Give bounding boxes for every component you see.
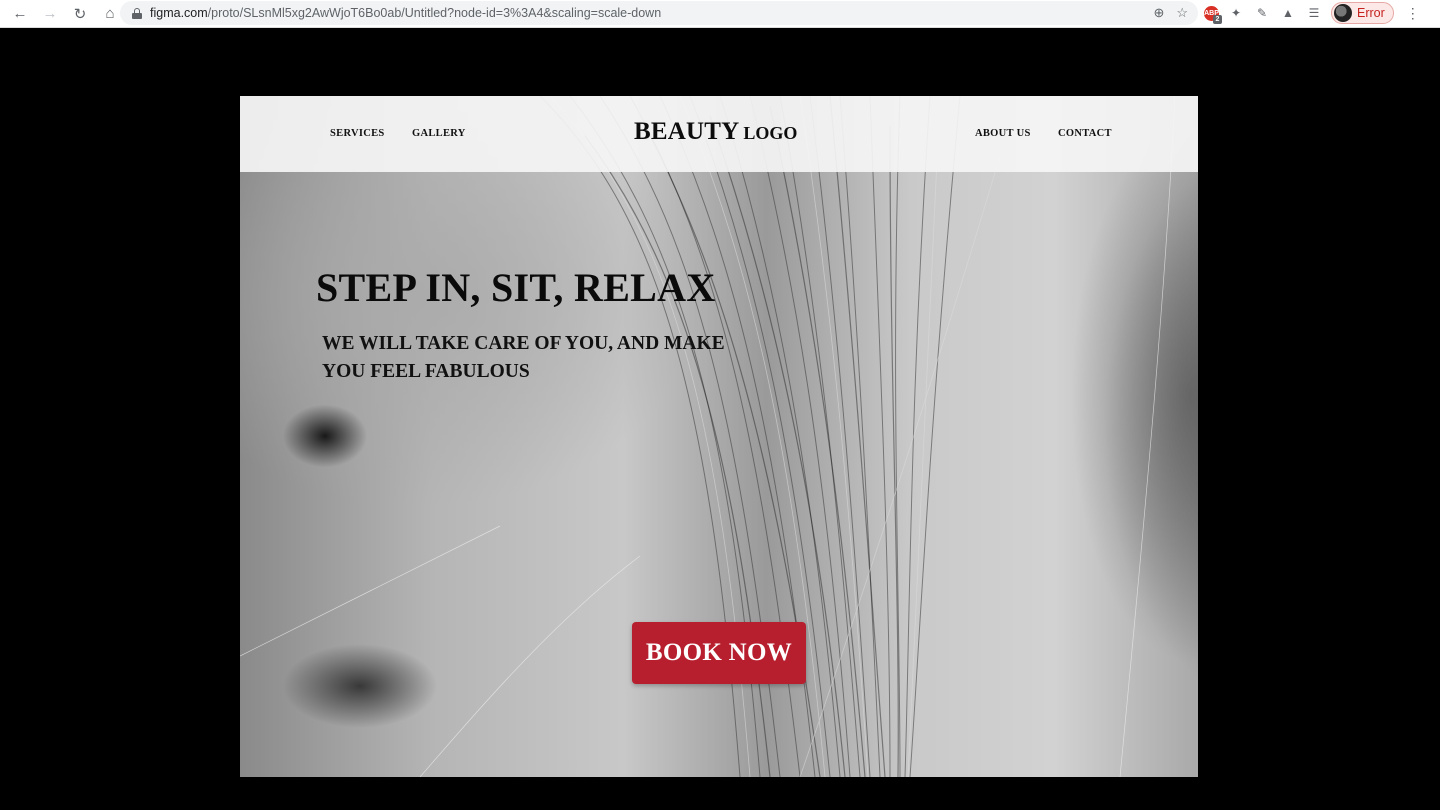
lock-icon bbox=[132, 7, 142, 19]
bird-extension-icon[interactable]: ✦ bbox=[1227, 4, 1245, 22]
back-arrow-icon[interactable]: ← bbox=[6, 2, 34, 26]
url-host: figma.com bbox=[150, 6, 208, 20]
zoom-icon[interactable]: ⊕ bbox=[1153, 5, 1164, 21]
prototype-frame: SERVICES GALLERY BEAUTY LOGO ABOUT US CON… bbox=[240, 96, 1198, 777]
profile-button[interactable]: Error bbox=[1331, 2, 1394, 24]
nav-gallery[interactable]: GALLERY bbox=[412, 128, 466, 139]
hero-subline: WE WILL TAKE CARE OF YOU, AND MAKE YOU F… bbox=[322, 333, 725, 382]
site-header: SERVICES GALLERY BEAUTY LOGO ABOUT US CON… bbox=[240, 96, 1198, 172]
url-path: /proto/SLsnMl5xg2AwWjoT6Bo0ab/Untitled?n… bbox=[207, 6, 662, 20]
puzzle-icon[interactable]: ▲ bbox=[1279, 4, 1297, 22]
menu-icon[interactable]: ⋮ bbox=[1406, 5, 1420, 22]
site-logo[interactable]: BEAUTY LOGO bbox=[634, 118, 797, 146]
adblock-badge: 2 bbox=[1213, 14, 1222, 24]
browser-toolbar: ← → ↻ ⌂ figma.com/proto/SLsnMl5xg2AwWjoT… bbox=[0, 0, 1440, 28]
adblock-icon[interactable]: ABP 2 bbox=[1204, 5, 1222, 24]
tools-extension-icon[interactable]: ✎ bbox=[1253, 4, 1271, 22]
nav-services[interactable]: SERVICES bbox=[330, 128, 385, 139]
star-icon[interactable]: ☆ bbox=[1176, 5, 1188, 21]
address-bar[interactable]: figma.com/proto/SLsnMl5xg2AwWjoT6Bo0ab/U… bbox=[120, 1, 1198, 25]
forward-arrow-icon[interactable]: → bbox=[36, 2, 64, 26]
avatar bbox=[1334, 4, 1352, 22]
nav-about-us[interactable]: ABOUT US bbox=[975, 128, 1031, 139]
url-text[interactable]: figma.com/proto/SLsnMl5xg2AwWjoT6Bo0ab/U… bbox=[150, 6, 661, 20]
logo-sub: LOGO bbox=[743, 123, 798, 143]
media-icon[interactable]: ☰ bbox=[1305, 4, 1323, 22]
nav-contact[interactable]: CONTACT bbox=[1058, 128, 1112, 139]
logo-main: BEAUTY bbox=[634, 118, 740, 145]
hero-headline: STEP IN, SIT, RELAX bbox=[316, 265, 716, 310]
reload-icon[interactable]: ↻ bbox=[66, 2, 94, 26]
book-now-button[interactable]: BOOK NOW bbox=[632, 622, 806, 684]
profile-status: Error bbox=[1357, 6, 1385, 20]
